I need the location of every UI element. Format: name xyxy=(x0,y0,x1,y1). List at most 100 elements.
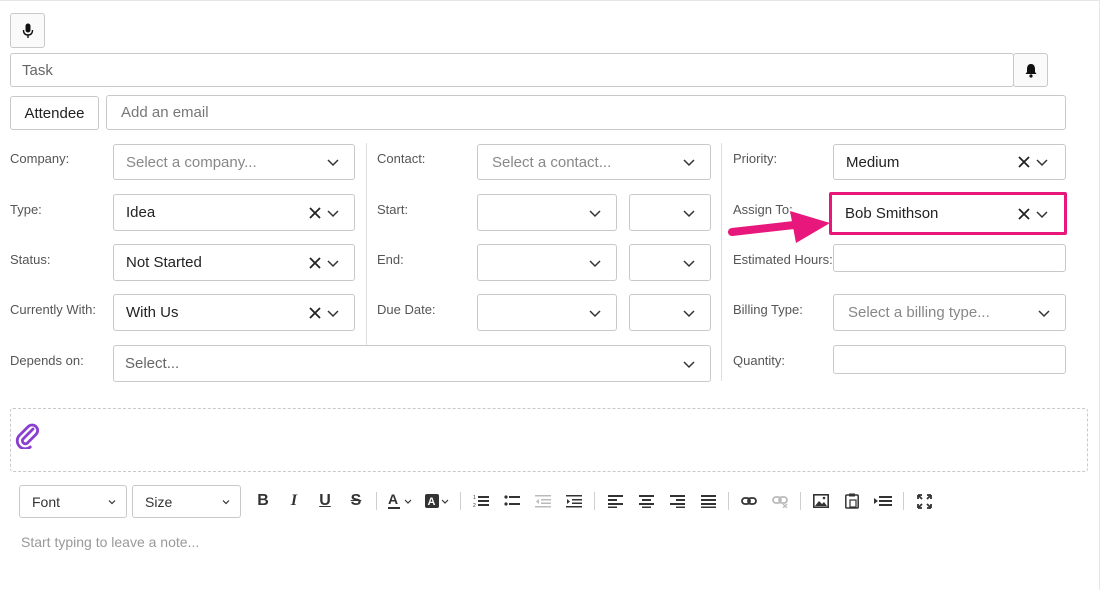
priority-label: Priority: xyxy=(733,151,778,166)
align-right-icon[interactable] xyxy=(666,490,688,512)
chevron-down-icon xyxy=(589,309,601,317)
estimated-hours-input[interactable] xyxy=(833,244,1066,272)
strikethrough-icon[interactable]: S xyxy=(345,490,367,512)
ordered-list-icon[interactable]: 12 xyxy=(470,490,492,512)
company-select[interactable]: Select a company... xyxy=(113,144,355,180)
start-date-select[interactable] xyxy=(477,194,617,231)
start-label: Start: xyxy=(377,202,409,217)
due-date-select[interactable] xyxy=(477,294,617,331)
chevron-down-icon xyxy=(327,309,339,317)
font-select-label: Font xyxy=(32,493,61,510)
align-justify-icon[interactable] xyxy=(697,490,719,512)
chevron-down-icon xyxy=(683,209,695,217)
attendee-button[interactable]: Attendee xyxy=(10,96,99,130)
paperclip-icon[interactable] xyxy=(14,421,40,449)
font-size-select[interactable]: Size xyxy=(132,485,241,518)
chevron-down-icon xyxy=(327,209,339,217)
font-color-icon[interactable]: A xyxy=(386,490,414,512)
contact-select[interactable]: Select a contact... xyxy=(477,144,711,180)
svg-text:2: 2 xyxy=(473,503,476,508)
end-label: End: xyxy=(377,252,404,267)
clear-icon[interactable] xyxy=(308,206,322,220)
quantity-input[interactable] xyxy=(833,345,1066,374)
status-label: Status: xyxy=(10,252,51,267)
billing-type-label: Billing Type: xyxy=(733,302,803,317)
chevron-down-icon xyxy=(1038,309,1050,317)
microphone-button[interactable] xyxy=(10,13,45,48)
assign-to-value: Bob Smithson xyxy=(845,205,939,222)
editor-toolbar: B I U S A A 12 xyxy=(252,490,935,512)
column-divider xyxy=(721,143,722,381)
toolbar-divider xyxy=(728,492,729,510)
status-value: Not Started xyxy=(126,254,202,271)
bold-icon[interactable]: B xyxy=(252,490,274,512)
note-editor[interactable]: Start typing to leave a note... xyxy=(21,534,199,550)
clear-icon[interactable] xyxy=(308,256,322,270)
clear-icon[interactable] xyxy=(308,306,322,320)
insert-table-icon[interactable] xyxy=(872,490,894,512)
outdent-icon[interactable] xyxy=(532,490,554,512)
end-date-select[interactable] xyxy=(477,244,617,281)
billing-type-select[interactable]: Select a billing type... xyxy=(833,294,1066,331)
company-label: Company: xyxy=(10,151,70,166)
indent-icon[interactable] xyxy=(563,490,585,512)
due-time-select[interactable] xyxy=(629,294,711,331)
chevron-down-icon xyxy=(589,209,601,217)
priority-value: Medium xyxy=(846,153,900,171)
task-input[interactable]: Task xyxy=(10,53,1014,87)
svg-text:1: 1 xyxy=(473,495,476,501)
reminder-button[interactable] xyxy=(1013,53,1048,87)
font-family-select[interactable]: Font xyxy=(19,485,127,518)
chevron-down-icon xyxy=(683,259,695,267)
attachment-dropzone[interactable] xyxy=(10,408,1088,472)
chevron-down-icon xyxy=(327,259,339,267)
chevron-down-icon xyxy=(683,360,695,368)
annotation-arrow xyxy=(728,211,830,243)
status-select[interactable]: Not Started xyxy=(113,244,355,281)
priority-select[interactable]: Medium xyxy=(833,144,1066,180)
image-icon[interactable] xyxy=(810,490,832,512)
toolbar-divider xyxy=(376,492,377,510)
clear-icon[interactable] xyxy=(1017,207,1031,221)
chevron-down-icon xyxy=(327,159,339,167)
chevron-down-icon xyxy=(683,309,695,317)
chevron-down-icon xyxy=(1036,159,1048,167)
chevron-down-icon xyxy=(1036,210,1048,218)
underline-icon[interactable]: U xyxy=(314,490,336,512)
type-value: Idea xyxy=(126,204,156,221)
assign-to-select[interactable]: Bob Smithson xyxy=(833,195,1063,232)
microphone-icon xyxy=(22,23,33,38)
align-left-icon[interactable] xyxy=(604,490,626,512)
contact-label: Contact: xyxy=(377,151,426,166)
start-time-select[interactable] xyxy=(629,194,711,231)
currently-with-select[interactable]: With Us xyxy=(113,294,355,331)
toolbar-divider xyxy=(903,492,904,510)
billing-type-placeholder: Select a billing type... xyxy=(848,304,990,321)
unlink-icon[interactable] xyxy=(769,490,791,512)
email-input[interactable]: Add an email xyxy=(106,95,1066,130)
unordered-list-icon[interactable] xyxy=(501,490,523,512)
align-center-icon[interactable] xyxy=(635,490,657,512)
due-date-label: Due Date: xyxy=(377,302,436,317)
caret-down-icon xyxy=(108,499,116,504)
caret-down-icon xyxy=(222,499,230,504)
svg-text:A: A xyxy=(428,496,436,508)
link-icon[interactable] xyxy=(738,490,760,512)
clear-icon[interactable] xyxy=(1017,155,1031,169)
chevron-down-icon xyxy=(589,259,601,267)
type-select[interactable]: Idea xyxy=(113,194,355,231)
italic-icon[interactable]: I xyxy=(283,490,305,512)
svg-text:A: A xyxy=(388,492,398,507)
depends-on-placeholder: Select... xyxy=(125,355,180,372)
depends-on-label: Depends on: xyxy=(10,353,84,368)
size-select-label: Size xyxy=(145,493,173,510)
end-time-select[interactable] xyxy=(629,244,711,281)
company-placeholder: Select a company... xyxy=(126,153,257,171)
paste-icon[interactable] xyxy=(841,490,863,512)
highlight-color-icon[interactable]: A xyxy=(423,490,451,512)
contact-placeholder: Select a contact... xyxy=(492,153,612,171)
estimated-hours-label: Estimated Hours: xyxy=(733,252,833,267)
depends-on-select[interactable]: Select... xyxy=(113,345,711,382)
chevron-down-icon xyxy=(683,159,695,167)
fullscreen-icon[interactable] xyxy=(913,490,935,512)
